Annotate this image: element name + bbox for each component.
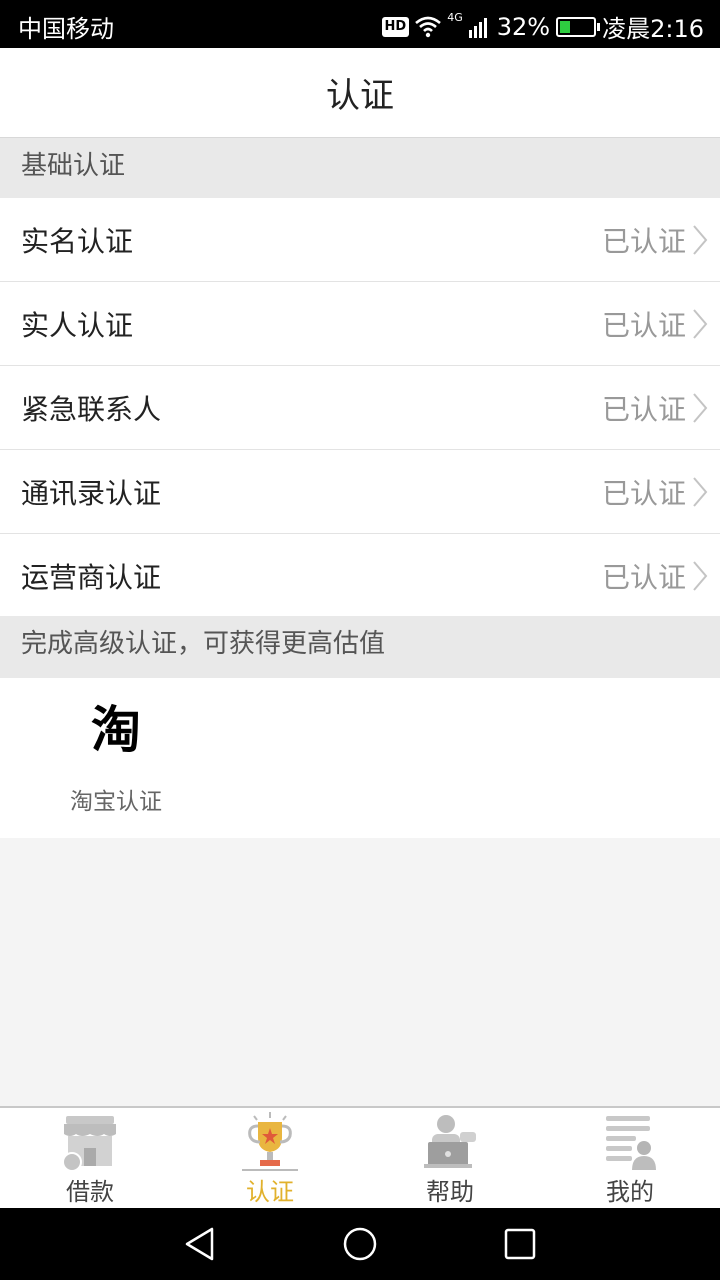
clock: 凌晨2:16 <box>602 15 704 43</box>
basic-section-header: 基础认证 <box>0 138 720 198</box>
hd-icon: HD <box>381 16 410 37</box>
battery-icon <box>556 16 601 37</box>
list-item-label: 通讯录认证 <box>21 477 162 510</box>
network-type: 4G <box>447 11 463 24</box>
chevron-right-icon <box>693 477 708 507</box>
status-text: 已认证 <box>601 225 686 258</box>
tab-label: 借款 <box>66 1178 114 1206</box>
tab-label: 帮助 <box>426 1178 474 1206</box>
list-item-emergency-contact[interactable]: 紧急联系人 已认证 <box>0 366 720 450</box>
chevron-right-icon <box>693 393 708 423</box>
signal-icon <box>468 17 487 38</box>
taobao-auth-label: 淘宝认证 <box>70 789 162 815</box>
profile-icon <box>606 1116 656 1170</box>
tab-label: 我的 <box>606 1178 654 1206</box>
list-item-label: 紧急联系人 <box>21 393 162 426</box>
tab-help[interactable]: 帮助 <box>360 1108 540 1208</box>
carrier-name: 中国移动 <box>18 15 114 43</box>
recents-icon[interactable] <box>502 1226 538 1262</box>
chevron-right-icon <box>693 309 708 339</box>
chevron-right-icon <box>693 225 708 255</box>
chevron-right-icon <box>693 561 708 591</box>
taobao-icon: 淘 <box>91 701 141 759</box>
list-item-label: 运营商认证 <box>21 561 162 594</box>
list-item-label: 实名认证 <box>21 225 134 258</box>
basic-auth-list: 实名认证 已认证 实人认证 已认证 紧急联系人 已认证 通讯录认证 已认证 运营… <box>0 198 720 617</box>
page-title: 认证 <box>326 76 394 116</box>
list-item-carrier[interactable]: 运营商认证 已认证 <box>0 534 720 617</box>
list-item-contacts[interactable]: 通讯录认证 已认证 <box>0 450 720 534</box>
taobao-auth-button[interactable]: 淘 淘宝认证 <box>60 698 172 818</box>
status-icons: HD 4G 32% 凌晨2:16 <box>381 9 704 44</box>
bottom-tab-bar: 借款 认证 帮助 我的 <box>0 1106 720 1208</box>
support-icon <box>424 1115 476 1168</box>
status-text: 已认证 <box>601 561 686 594</box>
status-bar: 中国移动 HD 4G 32% 凌晨2:16 <box>0 0 720 48</box>
tab-loan[interactable]: 借款 <box>0 1108 180 1208</box>
status-text: 已认证 <box>601 309 686 342</box>
list-item-real-name[interactable]: 实名认证 已认证 <box>0 198 720 282</box>
back-icon[interactable] <box>182 1226 218 1262</box>
tab-label: 认证 <box>246 1178 294 1206</box>
tab-mine[interactable]: 我的 <box>540 1108 720 1208</box>
wifi-icon <box>415 16 442 37</box>
shop-icon <box>62 1116 116 1172</box>
tab-auth[interactable]: 认证 <box>180 1108 360 1208</box>
advanced-auth-grid: 淘 淘宝认证 <box>0 678 720 838</box>
status-text: 已认证 <box>601 393 686 426</box>
list-item-real-person[interactable]: 实人认证 已认证 <box>0 282 720 366</box>
battery-percent: 32% <box>496 12 551 41</box>
status-text: 已认证 <box>601 477 686 510</box>
list-item-label: 实人认证 <box>21 309 134 342</box>
trophy-icon <box>242 1112 298 1171</box>
title-bar: 认证 <box>0 48 720 138</box>
home-icon[interactable] <box>342 1226 378 1262</box>
advanced-section-header: 完成高级认证，可获得更高估值 <box>0 616 720 678</box>
system-nav-bar <box>0 1208 720 1280</box>
